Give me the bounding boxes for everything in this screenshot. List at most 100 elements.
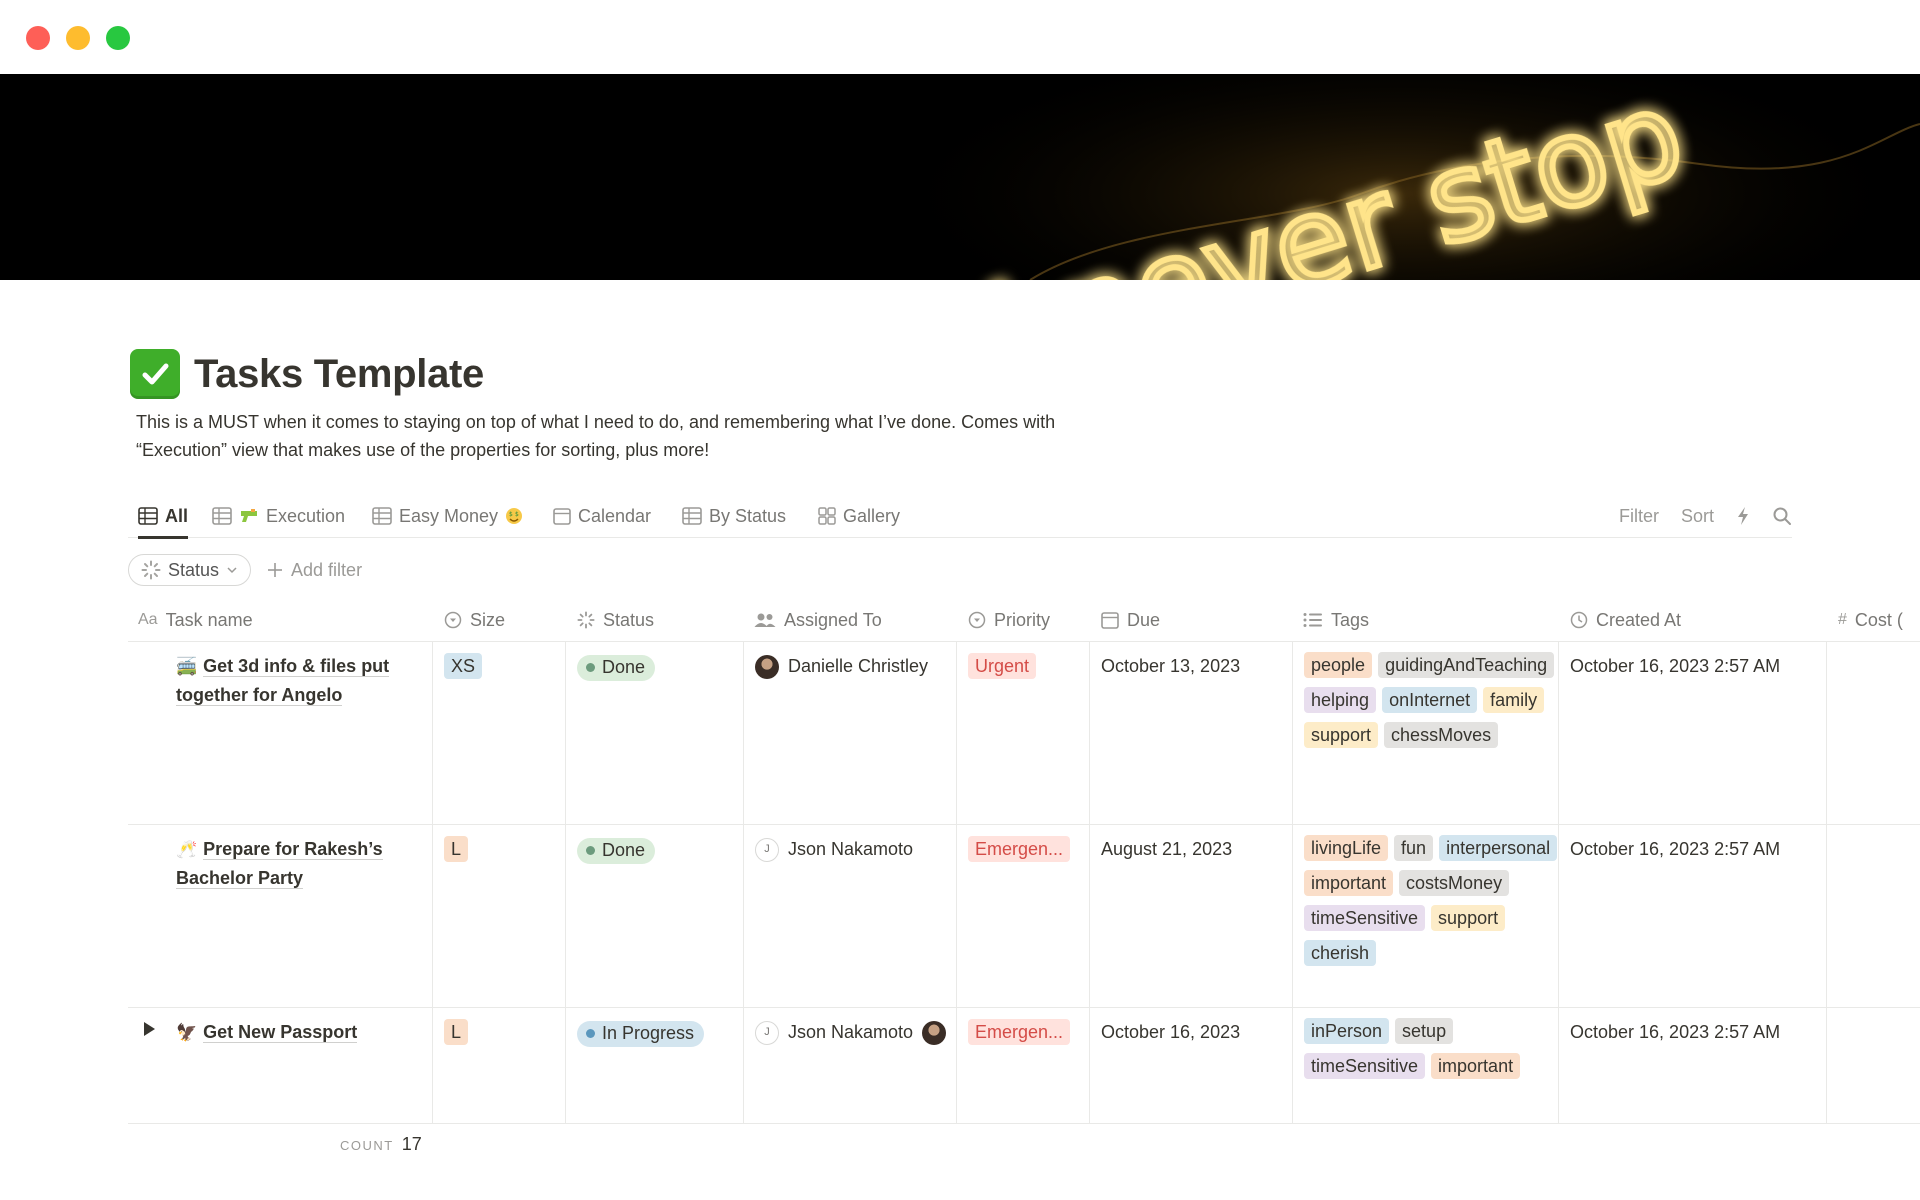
table-count: COUNT 17 <box>340 1134 422 1154</box>
table-header: Aa Task name Size Status Assigned To Prio… <box>128 598 1920 642</box>
check-mark-icon <box>130 349 180 399</box>
status-cell[interactable]: Done <box>577 652 656 681</box>
column-header-cost[interactable]: # Cost ( <box>1838 598 1903 642</box>
table-row[interactable]: 🚎 Get 3d info & files put together for Ang… <box>128 642 1920 825</box>
add-filter-button[interactable]: Add filter <box>267 560 362 581</box>
assignee-cell[interactable]: J Json Nakamoto <box>755 1018 947 1047</box>
clock-icon <box>1570 611 1588 629</box>
table-icon <box>212 507 232 525</box>
water-pistol-icon <box>241 509 257 522</box>
column-header-tags[interactable]: Tags <box>1303 598 1369 642</box>
task-name-cell[interactable]: 🚎 Get 3d info & files put together for Ang… <box>176 652 411 710</box>
column-header-due[interactable]: Due <box>1101 598 1160 642</box>
tag: timeSensitive <box>1304 905 1426 931</box>
due-cell[interactable]: October 13, 2023 <box>1101 652 1240 681</box>
size-cell[interactable]: XS <box>444 652 488 688</box>
tab-gallery[interactable]: Gallery <box>818 494 900 538</box>
task-name-cell[interactable]: 🦅 Get New Passport <box>176 1018 411 1047</box>
tag: timeSensitive <box>1304 1053 1426 1079</box>
table-icon <box>138 507 158 525</box>
priority-cell[interactable]: Urgent <box>968 652 1042 688</box>
tag: setup <box>1395 1018 1454 1044</box>
table-row[interactable]: 🥂 Prepare for Rakesh’s Bachelor Party L Do… <box>128 825 1920 1008</box>
status-cell[interactable]: Done <box>577 835 656 864</box>
maximize-window-button[interactable] <box>106 26 130 50</box>
calendar-icon <box>553 508 571 525</box>
column-header-assigned-to[interactable]: Assigned To <box>754 598 882 642</box>
column-header-status[interactable]: Status <box>577 598 654 642</box>
table-row[interactable]: 🦅 Get New Passport L In Progress J Json Na… <box>128 1008 1920 1124</box>
status-badge: Done <box>577 654 656 681</box>
page-title-text[interactable]: Tasks Template <box>194 352 484 397</box>
tags-cell[interactable]: livingLife fun interpersonal important c… <box>1304 835 1564 975</box>
assignee-cell[interactable]: Danielle Christley <box>755 652 928 681</box>
neon-sign-illustration: d never stop <box>880 74 1920 280</box>
tag: onInternet <box>1382 687 1478 713</box>
status-filter-chip[interactable]: Status <box>128 554 252 586</box>
size-tag: L <box>444 1019 469 1045</box>
size-tag: XS <box>444 653 483 679</box>
tag: important <box>1431 1053 1521 1079</box>
assignee-cell[interactable]: J Json Nakamoto <box>755 835 913 864</box>
tag: livingLife <box>1304 835 1389 861</box>
tag: family <box>1483 687 1545 713</box>
tag: chessMoves <box>1384 722 1499 748</box>
priority-tag: Emergen... <box>968 836 1071 862</box>
tag: guidingAndTeaching <box>1378 652 1555 678</box>
priority-cell[interactable]: Emergen... <box>968 1018 1076 1054</box>
created-at-cell[interactable]: October 16, 2023 2:57 AM <box>1570 1018 1780 1047</box>
created-at-cell[interactable]: October 16, 2023 2:57 AM <box>1570 835 1780 864</box>
tab-by-status[interactable]: By Status <box>682 494 786 538</box>
tab-all[interactable]: All <box>138 494 189 539</box>
money-face-icon: $ $ <box>506 508 523 524</box>
due-cell[interactable]: October 16, 2023 <box>1101 1018 1240 1047</box>
tasks-table: Aa Task name Size Status Assigned To Prio… <box>128 598 1920 1124</box>
size-cell[interactable]: L <box>444 1018 474 1054</box>
filter-row: Status Add filter <box>128 554 362 586</box>
size-cell[interactable]: L <box>444 835 474 871</box>
eagle-icon: 🦅 <box>176 1023 198 1042</box>
table-icon <box>682 507 702 525</box>
minimize-window-button[interactable] <box>66 26 90 50</box>
table-icon <box>372 507 392 525</box>
column-header-created-at[interactable]: Created At <box>1570 598 1681 642</box>
tag: support <box>1431 905 1506 931</box>
svg-text:$: $ <box>515 511 519 518</box>
lightning-icon[interactable] <box>1736 506 1750 526</box>
tab-calendar[interactable]: Calendar <box>553 494 651 538</box>
tag: important <box>1304 870 1394 896</box>
status-property-icon <box>577 611 595 629</box>
plus-icon <box>268 563 283 577</box>
close-window-button[interactable] <box>26 26 50 50</box>
created-at-cell[interactable]: October 16, 2023 2:57 AM <box>1570 652 1780 681</box>
status-spinner-icon <box>141 560 161 580</box>
tab-easy-money[interactable]: Easy Money $ $ <box>372 494 523 538</box>
clinking-glasses-icon: 🥂 <box>176 840 198 859</box>
chevron-down-icon <box>227 567 237 574</box>
priority-cell[interactable]: Emergen... <box>968 835 1076 871</box>
column-header-size[interactable]: Size <box>444 598 505 642</box>
svg-text:$: $ <box>509 511 513 518</box>
view-actions: Filter Sort <box>1619 494 1792 538</box>
tags-cell[interactable]: inPerson setup timeSensitive important <box>1304 1018 1564 1088</box>
calendar-icon <box>1101 612 1119 629</box>
sort-button[interactable]: Sort <box>1681 506 1714 527</box>
column-header-task-name[interactable]: Aa Task name <box>138 598 253 642</box>
status-cell[interactable]: In Progress <box>577 1018 705 1047</box>
view-tabs: All Execution Easy Money $ $ Calendar By … <box>128 494 1792 539</box>
tags-cell[interactable]: people guidingAndTeaching helping onInte… <box>1304 652 1564 757</box>
people-icon <box>754 613 776 627</box>
column-header-priority[interactable]: Priority <box>968 598 1050 642</box>
tab-execution[interactable]: Execution <box>212 494 345 538</box>
search-icon[interactable] <box>1772 506 1792 526</box>
due-cell[interactable]: August 21, 2023 <box>1101 835 1232 864</box>
expand-toggle-icon[interactable] <box>144 1022 155 1036</box>
tag: support <box>1304 722 1379 748</box>
filter-button[interactable]: Filter <box>1619 506 1659 527</box>
avatar: J <box>755 837 779 862</box>
text-property-icon: Aa <box>138 611 158 628</box>
window-titlebar <box>0 0 1920 74</box>
tag: interpersonal <box>1439 835 1558 861</box>
page-title: Tasks Template <box>130 346 484 402</box>
task-name-cell[interactable]: 🥂 Prepare for Rakesh’s Bachelor Party <box>176 835 411 893</box>
